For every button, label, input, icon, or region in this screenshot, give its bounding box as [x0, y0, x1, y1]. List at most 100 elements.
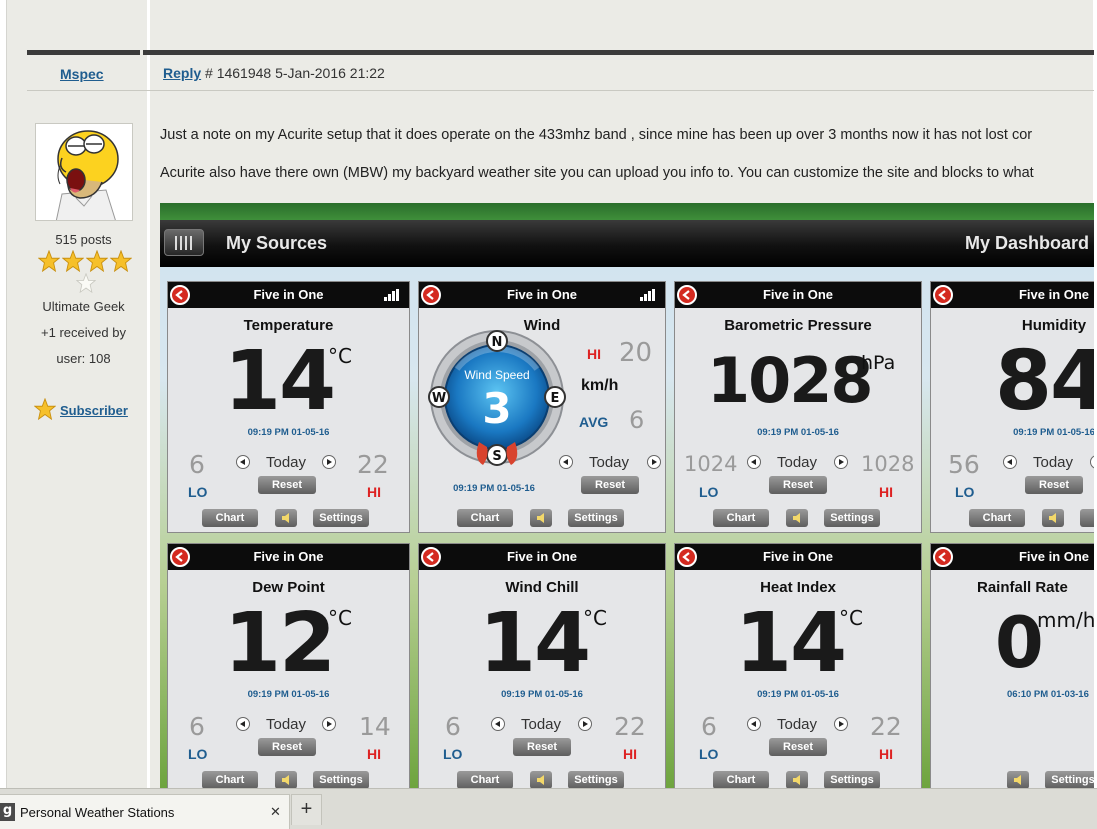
username-link[interactable]: Mspec: [60, 66, 104, 82]
header-divider: [27, 90, 1094, 91]
prev-arrow-icon[interactable]: [1003, 455, 1017, 469]
dew-point-card: Five in One Dew Point 12 °C 09:19 PM 01-…: [167, 543, 410, 788]
next-arrow-icon[interactable]: [322, 717, 336, 731]
next-arrow-icon[interactable]: [322, 455, 336, 469]
gauge-label: Wind Speed: [464, 368, 529, 382]
high-value: 22: [614, 712, 646, 741]
settings-button[interactable]: Settings: [568, 771, 624, 788]
low-value: 6: [701, 712, 717, 741]
chart-button[interactable]: Chart: [713, 771, 769, 788]
low-value: 6: [189, 450, 205, 479]
high-value: 14: [359, 712, 391, 741]
next-arrow-icon[interactable]: [578, 717, 592, 731]
speaker-button[interactable]: [786, 771, 808, 788]
signal-icon: [640, 289, 658, 301]
next-arrow-icon[interactable]: [834, 455, 848, 469]
chart-button[interactable]: Chart: [202, 509, 258, 527]
reset-button[interactable]: Reset: [258, 476, 316, 494]
prev-arrow-icon[interactable]: [236, 455, 250, 469]
low-label: LO: [699, 484, 719, 500]
settings-button[interactable]: Settings: [824, 771, 880, 788]
rating-stars: [38, 250, 134, 294]
posts-count: 515 posts: [55, 232, 112, 247]
reset-button[interactable]: Reset: [258, 738, 316, 756]
period-label: Today: [266, 454, 307, 471]
speaker-button[interactable]: [530, 509, 552, 527]
chart-button[interactable]: Chart: [202, 771, 258, 788]
period-label: Today: [777, 454, 818, 471]
reset-button[interactable]: Reset: [769, 476, 827, 494]
next-arrow-icon[interactable]: [647, 455, 661, 469]
high-label: HI: [879, 484, 893, 500]
timestamp: 09:19 PM 01-05-16: [247, 427, 330, 438]
prev-arrow-icon[interactable]: [236, 717, 250, 731]
settings-button[interactable]: Settings: [824, 509, 880, 527]
settings-button[interactable]: Settings: [313, 509, 369, 527]
card-header: Five in One: [168, 282, 409, 308]
speaker-button[interactable]: [786, 509, 808, 527]
new-tab-button[interactable]: +: [291, 794, 322, 825]
tab-title: Personal Weather Stations: [20, 805, 175, 820]
period-label: Today: [777, 716, 818, 733]
browser-tab[interactable]: g Personal Weather Stations ✕: [0, 794, 290, 829]
chart-button[interactable]: Chart: [457, 771, 513, 788]
star-icon: [110, 250, 132, 272]
reset-button[interactable]: Reset: [1025, 476, 1083, 494]
low-label: LO: [443, 746, 463, 762]
settings-button[interactable]: Se: [1080, 509, 1094, 527]
reset-button[interactable]: Reset: [581, 476, 639, 494]
timestamp: 09:19 PM 01-05-16: [757, 689, 839, 700]
my-sources-title[interactable]: My Sources: [226, 233, 327, 254]
dashboard-top-band: [160, 203, 1094, 220]
source-label: Five in One: [762, 549, 834, 564]
speaker-button[interactable]: [530, 771, 552, 788]
speaker-button[interactable]: [1042, 509, 1064, 527]
my-dashboard-title[interactable]: My Dashboard: [965, 233, 1089, 254]
card-header: Five in One: [168, 544, 409, 570]
page-left-margin: [0, 0, 7, 788]
source-label: Five in One: [506, 287, 578, 302]
settings-button[interactable]: Settings: [313, 771, 369, 788]
next-arrow-icon[interactable]: [834, 717, 848, 731]
timestamp: 09:19 PM 01-05-16: [757, 427, 839, 438]
compass-n: N: [492, 335, 503, 350]
current-value: 14: [479, 596, 591, 691]
source-label: Five in One: [253, 287, 324, 302]
star-icon: [38, 250, 60, 272]
user-rank: Ultimate Geek: [42, 299, 125, 314]
card-title: Wind Chill: [505, 579, 579, 596]
current-value: 84: [995, 334, 1094, 429]
subscriber-link[interactable]: Subscriber: [60, 403, 128, 418]
prev-arrow-icon[interactable]: [747, 455, 761, 469]
avatar[interactable]: [35, 123, 133, 221]
source-label: Five in One: [762, 287, 834, 302]
speaker-icon: [793, 513, 800, 523]
speaker-button[interactable]: [275, 509, 297, 527]
close-icon[interactable]: ✕: [270, 804, 281, 820]
wind-chill-card: Five in One Wind Chill 14 °C 09:19 PM 01…: [418, 543, 666, 788]
settings-button[interactable]: Settings: [1045, 771, 1094, 788]
reset-button[interactable]: Reset: [513, 738, 571, 756]
next-arrow-icon[interactable]: [1090, 455, 1094, 469]
speaker-button[interactable]: [275, 771, 297, 788]
chart-button[interactable]: Chart: [969, 509, 1025, 527]
reset-button[interactable]: Reset: [769, 738, 827, 756]
prev-arrow-icon[interactable]: [559, 455, 573, 469]
period-label: Today: [266, 716, 307, 733]
settings-button[interactable]: Settings: [568, 509, 624, 527]
wind-avg-label: AVG: [579, 414, 609, 430]
prev-arrow-icon[interactable]: [747, 717, 761, 731]
chart-button[interactable]: Chart: [457, 509, 513, 527]
received-user: user: 108: [56, 351, 111, 366]
low-label: LO: [188, 484, 208, 500]
reply-link[interactable]: Reply: [163, 65, 201, 81]
post-meta: # 1461948 5-Jan-2016 21:22: [205, 65, 385, 81]
menu-icon[interactable]: [164, 229, 204, 256]
chart-button[interactable]: Chart: [713, 509, 769, 527]
source-label: Five in One: [1018, 287, 1090, 302]
speaker-button[interactable]: [1007, 771, 1029, 788]
low-label: LO: [699, 746, 719, 762]
compass-e: E: [551, 391, 560, 406]
prev-arrow-icon[interactable]: [491, 717, 505, 731]
low-value: 1024: [684, 452, 738, 476]
